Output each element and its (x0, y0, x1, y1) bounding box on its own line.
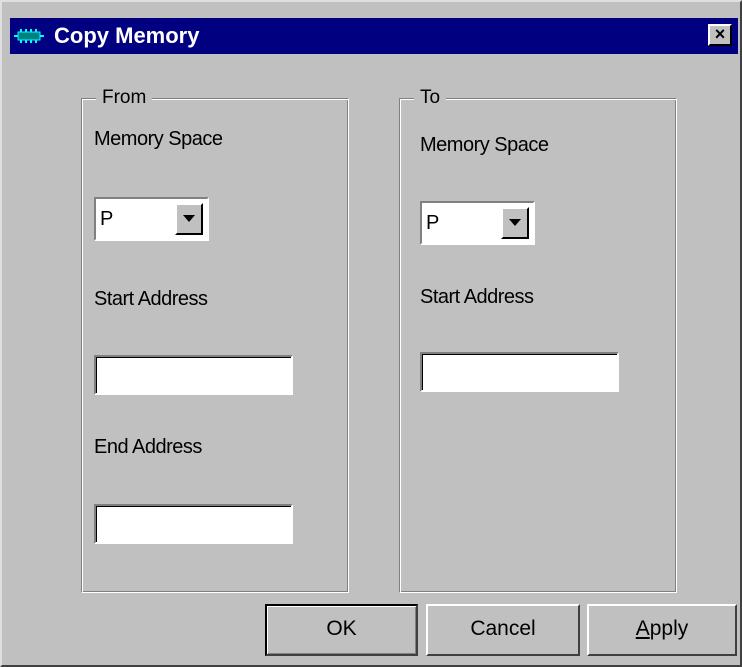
title-bar[interactable]: Copy Memory × (10, 18, 738, 54)
to-memory-space-select[interactable]: P (420, 201, 535, 245)
from-start-address-label: Start Address (94, 288, 208, 310)
ok-button[interactable]: OK (265, 604, 418, 656)
apply-button[interactable]: Apply (587, 604, 737, 656)
to-groupbox: To Memory Space P Start Address (399, 86, 677, 593)
apply-mnemonic: A (635, 617, 650, 640)
to-memory-space-label: Memory Space (420, 134, 549, 156)
window-title: Copy Memory (54, 23, 200, 48)
chevron-down-icon[interactable] (501, 207, 529, 239)
to-start-address-label: Start Address (420, 286, 534, 308)
from-end-address-label: End Address (94, 436, 202, 458)
cancel-button[interactable]: Cancel (426, 604, 580, 656)
to-start-address-input[interactable] (420, 352, 619, 392)
from-memory-space-select[interactable]: P (94, 197, 209, 241)
from-start-address-input[interactable] (94, 355, 293, 395)
close-button[interactable]: × (708, 24, 732, 46)
from-end-address-input[interactable] (94, 504, 293, 544)
from-legend: From (96, 86, 153, 110)
from-groupbox: From Memory Space P Start Address End Ad… (81, 86, 349, 593)
from-memory-space-value: P (100, 208, 114, 230)
to-legend: To (414, 86, 447, 110)
memory-chip-icon (14, 28, 44, 44)
chevron-down-icon[interactable] (175, 203, 203, 235)
from-memory-space-label: Memory Space (94, 128, 223, 150)
apply-label-rest: pply (649, 617, 689, 640)
to-memory-space-value: P (426, 212, 440, 234)
copy-memory-dialog: Copy Memory × From Memory Space P Start … (0, 0, 742, 667)
close-icon: × (714, 24, 726, 44)
